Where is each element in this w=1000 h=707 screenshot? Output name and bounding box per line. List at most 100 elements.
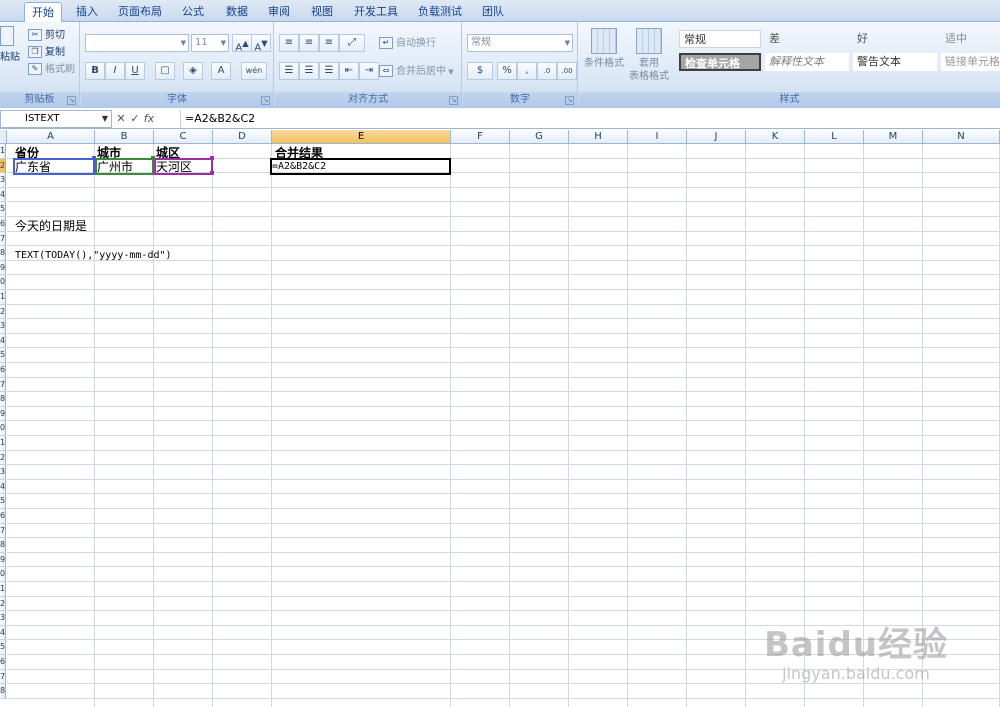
font-name-dropdown[interactable]: ▼	[85, 34, 189, 52]
column-header-L[interactable]: L	[805, 130, 864, 144]
row-header[interactable]: 3	[0, 173, 6, 188]
italic-button[interactable]: I	[105, 62, 125, 80]
row-header[interactable]: 4	[0, 479, 6, 495]
format-painter-button[interactable]: ✎ 格式刷	[28, 61, 75, 78]
style-normal[interactable]: 常规	[679, 30, 761, 48]
cancel-icon[interactable]: ✕	[114, 110, 128, 128]
style-check-cell[interactable]: 检查单元格	[679, 53, 761, 71]
row-header[interactable]: 6	[0, 217, 6, 232]
style-neutral[interactable]: 适中	[941, 30, 1000, 48]
active-cell-E2[interactable]	[270, 158, 451, 175]
grow-font-button[interactable]: A▲	[232, 34, 252, 53]
copy-button[interactable]: ❐ 复制	[28, 44, 65, 61]
tab-formulas[interactable]: 公式	[174, 2, 212, 22]
underline-button[interactable]: U	[125, 62, 145, 80]
column-header-F[interactable]: F	[451, 130, 510, 144]
row-header[interactable]: 3	[0, 319, 6, 334]
font-launcher-icon[interactable]: ↘	[261, 96, 270, 105]
row-header[interactable]: 6	[0, 655, 6, 670]
column-header-N[interactable]: N	[923, 130, 1000, 144]
align-left-button[interactable]: ☰	[279, 62, 299, 80]
percent-button[interactable]: %	[497, 62, 517, 80]
bold-button[interactable]: B	[85, 62, 105, 80]
row-header[interactable]: 0	[0, 275, 6, 290]
font-size-dropdown[interactable]: 11 ▼	[191, 34, 229, 52]
row-header[interactable]: 5	[0, 348, 6, 363]
decrease-indent-button[interactable]: ⇤	[339, 62, 359, 80]
column-header-B[interactable]: B	[95, 130, 154, 144]
tab-load-test[interactable]: 负载测试	[412, 2, 468, 22]
paste-button[interactable]: 粘贴	[0, 26, 20, 76]
row-header[interactable]: 6	[0, 363, 6, 378]
orientation-button[interactable]: ⤢	[339, 34, 365, 52]
row-header[interactable]: 1	[0, 144, 6, 159]
row-header[interactable]: 2	[0, 450, 6, 466]
row-header[interactable]: 2	[0, 304, 6, 320]
align-right-button[interactable]: ☰	[319, 62, 339, 80]
comma-button[interactable]: ,	[517, 62, 537, 80]
row-header[interactable]: 8	[0, 538, 6, 553]
number-launcher-icon[interactable]: ↘	[565, 96, 574, 105]
column-header-M[interactable]: M	[864, 130, 923, 144]
row-header[interactable]: 3	[0, 465, 6, 480]
row-header[interactable]: 4	[0, 333, 6, 349]
tab-page-layout[interactable]: 页面布局	[114, 2, 166, 22]
row-header[interactable]: 4	[0, 625, 6, 641]
style-explanatory[interactable]: 解释性文本	[765, 53, 849, 71]
row-header[interactable]: 3	[0, 611, 6, 626]
tab-home[interactable]: 开始	[24, 2, 62, 23]
merge-center-button[interactable]: ⇔ 合并后居中 ▼	[379, 63, 454, 80]
tab-team[interactable]: 团队	[476, 2, 510, 22]
alignment-launcher-icon[interactable]: ↘	[449, 96, 458, 105]
row-header[interactable]: 6	[0, 509, 6, 524]
row-header[interactable]: 5	[0, 640, 6, 655]
style-bad[interactable]: 差	[765, 30, 849, 48]
row-header[interactable]: 7	[0, 231, 6, 247]
formula-input[interactable]: =A2&B2&C2	[180, 110, 1000, 128]
row-header[interactable]: 8	[0, 246, 6, 261]
cut-button[interactable]: ✂ 剪切	[28, 27, 65, 44]
column-header-H[interactable]: H	[569, 130, 628, 144]
style-linked-cell[interactable]: 链接单元格	[941, 53, 1000, 71]
number-format-dropdown[interactable]: 常规 ▼	[467, 34, 573, 52]
column-header-I[interactable]: I	[628, 130, 687, 144]
row-header[interactable]: 8	[0, 392, 6, 407]
tab-data[interactable]: 数据	[220, 2, 254, 22]
chevron-down-icon[interactable]: ▼	[102, 111, 108, 127]
row-header[interactable]: 1	[0, 582, 6, 597]
row-header[interactable]: 5	[0, 202, 6, 217]
fill-color-button[interactable]: ◈	[183, 62, 203, 80]
align-bottom-button[interactable]: ≡	[319, 34, 339, 52]
style-good[interactable]: 好	[853, 30, 937, 48]
column-header-G[interactable]: G	[510, 130, 569, 144]
ref-handle-B2[interactable]	[151, 156, 155, 160]
row-header[interactable]: 9	[0, 260, 6, 276]
tab-view[interactable]: 视图	[305, 2, 339, 22]
row-header[interactable]: 0	[0, 421, 6, 436]
column-header-K[interactable]: K	[746, 130, 805, 144]
row-header[interactable]: 7	[0, 523, 6, 539]
row-header[interactable]: 7	[0, 669, 6, 685]
cell-A8[interactable]: TEXT(TODAY(),"yyyy-mm-dd")	[15, 248, 172, 264]
cell-A6[interactable]: 今天的日期是	[15, 218, 87, 234]
row-header[interactable]: 4	[0, 187, 6, 203]
row-header[interactable]: 2	[0, 158, 6, 174]
insert-function-icon[interactable]: fx	[142, 110, 156, 128]
ref-handle-A2[interactable]	[92, 156, 96, 160]
format-as-table-button[interactable]: 套用 表格格式	[627, 24, 671, 83]
column-header-A[interactable]: A	[7, 130, 95, 144]
row-header[interactable]: 9	[0, 406, 6, 422]
tab-developer[interactable]: 开发工具	[348, 2, 404, 22]
row-header[interactable]: 9	[0, 552, 6, 568]
row-header[interactable]: 2	[0, 596, 6, 612]
align-center-button[interactable]: ☰	[299, 62, 319, 80]
row-header[interactable]: 8	[0, 684, 6, 699]
conditional-format-button[interactable]: 条件格式	[583, 24, 625, 70]
increase-indent-button[interactable]: ⇥	[359, 62, 379, 80]
ref-handle-C2-bottom[interactable]	[210, 171, 214, 175]
tab-insert[interactable]: 插入	[70, 2, 104, 22]
border-button[interactable]: ▢	[155, 62, 175, 80]
column-header-E[interactable]: E	[272, 130, 451, 144]
wrap-text-button[interactable]: ↵ 自动换行	[379, 35, 436, 52]
decrease-decimal-button[interactable]: .00	[557, 62, 577, 80]
